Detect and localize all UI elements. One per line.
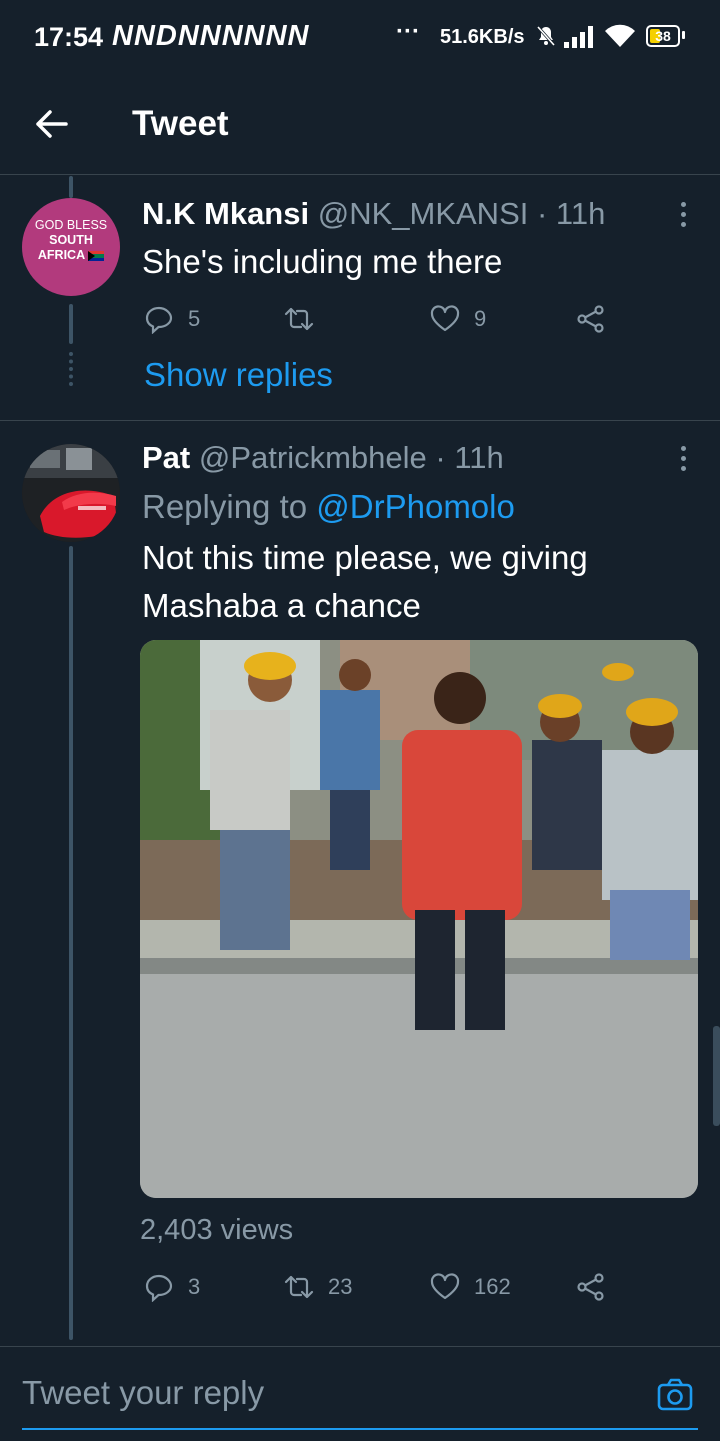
show-replies-link[interactable]: Show replies [144, 356, 333, 394]
header-divider [0, 174, 720, 175]
timestamp: · 11h [435, 440, 504, 475]
status-bar: 17:54 NNDNNNNNN ··· 51.6KB/s 38 [0, 0, 720, 76]
reply-icon [145, 1274, 173, 1302]
retweet-icon [284, 307, 314, 331]
retweet-button[interactable]: 23 [284, 1270, 352, 1304]
avatar[interactable]: GOD BLESS SOUTH AFRICA [22, 198, 120, 296]
page-title: Tweet [132, 104, 229, 143]
video-thumbnail [140, 640, 698, 1198]
thread-line-top [69, 176, 73, 198]
handle[interactable]: @Patrickmbhele [199, 440, 427, 475]
more-notifications-icon: ··· [396, 18, 420, 45]
display-name[interactable]: Pat [142, 440, 190, 475]
timestamp: · 11h [537, 196, 606, 231]
reply-button[interactable]: 5 [144, 302, 200, 336]
flag-icon [88, 250, 105, 261]
tweet-video[interactable] [140, 640, 698, 1198]
heart-icon [430, 1273, 460, 1300]
like-button[interactable]: 9 [430, 302, 486, 336]
notification-icons: NNDNNNNNN [112, 20, 310, 52]
share-button[interactable] [576, 1270, 620, 1304]
scrollbar-thumb[interactable] [713, 1026, 720, 1126]
reply-input[interactable]: Tweet your reply [22, 1374, 264, 1412]
reply-button[interactable]: 3 [144, 1270, 200, 1304]
tweet-header: Pat @Patrickmbhele · 11h [142, 440, 504, 476]
retweet-button[interactable] [284, 302, 328, 336]
status-time: 17:54 [34, 22, 104, 52]
thread-line [69, 304, 73, 344]
signal-icon [564, 26, 593, 48]
tweet-text: She's including me there [142, 243, 503, 280]
reply-input-underline [22, 1428, 698, 1430]
tweet-text: Not this time please, we giving Mashaba … [142, 539, 588, 624]
avatar[interactable] [22, 444, 120, 542]
share-button[interactable] [576, 302, 620, 336]
back-arrow-icon[interactable] [34, 106, 70, 142]
like-button[interactable]: 162 [430, 1270, 511, 1304]
camera-icon[interactable] [656, 1376, 694, 1414]
heart-icon [430, 305, 460, 332]
mute-icon [536, 26, 556, 46]
replying-to: Replying to @DrPhomolo [142, 488, 515, 525]
network-speed: 51.6KB/s [440, 26, 525, 48]
more-options-icon[interactable] [677, 202, 689, 232]
avatar-image [22, 444, 120, 542]
tweet-header: N.K Mkansi @NK_MKANSI · 11h [142, 196, 605, 232]
battery-icon: 38 [646, 25, 680, 47]
mention-link[interactable]: @DrPhomolo [316, 488, 515, 525]
display-name[interactable]: N.K Mkansi [142, 196, 309, 231]
thread-line [69, 546, 73, 1340]
share-icon [577, 305, 604, 333]
handle[interactable]: @NK_MKANSI [318, 196, 529, 231]
wifi-icon [605, 24, 635, 47]
share-icon [577, 1273, 604, 1301]
reply-icon [145, 306, 173, 334]
tweet-divider [0, 420, 720, 421]
thread-dots [69, 352, 77, 386]
view-count: 2,403 views [140, 1214, 294, 1246]
more-options-icon[interactable] [677, 446, 689, 476]
retweet-icon [284, 1275, 314, 1299]
